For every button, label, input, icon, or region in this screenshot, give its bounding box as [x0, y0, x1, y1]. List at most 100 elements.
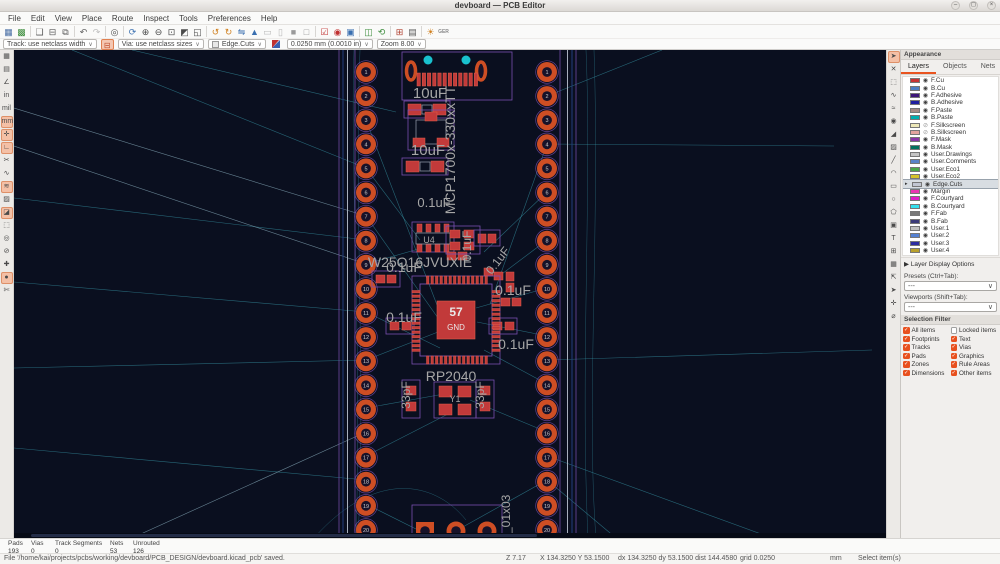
ratsnest-hidden-button[interactable]: ✂	[1, 155, 13, 167]
update-footprints-button[interactable]: ⟲	[375, 26, 388, 38]
route-diff-pairs-button[interactable]: ≈	[888, 103, 900, 115]
undo-button[interactable]: ↶	[77, 26, 90, 38]
eye-hidden-icon[interactable]: ⊘	[922, 129, 929, 136]
layer-color-swatch[interactable]	[910, 218, 920, 224]
eye-visible-icon[interactable]: ◉	[922, 92, 929, 99]
lock-button[interactable]: ■	[287, 26, 300, 38]
place-via-button[interactable]: ◉	[888, 116, 900, 128]
eye-visible-icon[interactable]: ◉	[922, 195, 929, 202]
layer-row-user.comments[interactable]: ◉ User.Comments	[903, 158, 998, 165]
layer-color-swatch[interactable]	[910, 107, 920, 113]
add-textbox-button[interactable]: ⊞	[888, 246, 900, 258]
checkbox[interactable]: ✓	[903, 335, 910, 343]
layer-color-swatch[interactable]	[910, 144, 920, 150]
redo-button[interactable]: ↷	[90, 26, 103, 38]
eye-visible-icon[interactable]: ◉	[922, 136, 929, 143]
through-hole-pad[interactable]: 19	[354, 494, 378, 518]
filter-zones[interactable]: ✓ Zones	[903, 361, 951, 368]
layer-color-swatch[interactable]	[910, 85, 920, 91]
filter-other-items[interactable]: ✓ Other items	[950, 369, 999, 377]
through-hole-pad[interactable]: 16	[354, 421, 378, 446]
layer-color-swatch[interactable]	[912, 181, 922, 187]
tracks-sketch-button[interactable]: ✚	[1, 259, 13, 271]
route-tracks-button[interactable]: ∿	[888, 90, 900, 102]
through-hole-pad[interactable]: 9	[535, 253, 559, 277]
unlock-button[interactable]: □	[300, 26, 313, 38]
layer-row-user.4[interactable]: ◉ User.4	[903, 247, 998, 254]
grid-visibility-button[interactable]: ▦	[1, 51, 13, 63]
layer-row-b.adhesive[interactable]: ◉ B.Adhesive	[903, 99, 998, 106]
eye-visible-icon[interactable]: ◉	[922, 114, 929, 121]
refresh-button[interactable]: ⟳	[126, 26, 139, 38]
layer-pair-toggle[interactable]	[270, 39, 283, 50]
through-hole-pad[interactable]: 12	[535, 325, 559, 349]
zone-fill-clear-button[interactable]: ▨	[1, 194, 13, 206]
local-ratsnest-button[interactable]: ✕	[888, 64, 900, 76]
grid-overrides-button[interactable]: ▤	[1, 64, 13, 76]
polar-coordinates-button[interactable]: ∠	[1, 77, 13, 89]
add-text-button[interactable]: T	[888, 233, 900, 245]
plot-gerber-button[interactable]: ☀	[424, 26, 437, 38]
layer-display-options[interactable]: ▶ Layer Display Options	[901, 257, 1000, 270]
eye-visible-icon[interactable]: ◉	[922, 144, 929, 151]
through-hole-pad[interactable]: 16	[535, 421, 559, 446]
menu-help[interactable]: Help	[256, 12, 282, 25]
page-settings-button[interactable]: ❑	[33, 26, 46, 38]
add-table-button[interactable]: ▦	[888, 259, 900, 271]
free-angle-mode-button[interactable]: ∟	[0, 142, 13, 154]
checkbox[interactable]	[950, 327, 957, 334]
tab-nets[interactable]: Nets	[974, 60, 1000, 74]
eye-visible-icon[interactable]: ◉	[922, 203, 929, 210]
through-hole-pad[interactable]: 18	[535, 470, 559, 494]
highlight-net-button[interactable]: ⬚	[888, 77, 900, 89]
layer-color-swatch[interactable]	[910, 100, 920, 106]
through-hole-pad[interactable]: 2	[535, 84, 559, 108]
rotate-cw-button[interactable]: ↻	[222, 26, 235, 38]
through-hole-pad[interactable]: 8	[354, 229, 378, 253]
layer-row-user.eco2[interactable]: ◉ User.Eco2	[903, 173, 998, 180]
checkbox[interactable]: ✓	[950, 369, 957, 377]
filter-dimensions[interactable]: ✓ Dimensions	[903, 370, 951, 377]
print-button[interactable]: ⊟	[46, 26, 59, 38]
draw-rectangle-button[interactable]: ▭	[888, 181, 900, 193]
filter-vias[interactable]: ✓ Vias	[950, 344, 999, 351]
auto-track-width-toggle[interactable]: ⊟	[100, 38, 114, 50]
draw-arc-button[interactable]: ◠	[888, 168, 900, 180]
properties-panel-button[interactable]: ✄	[1, 285, 13, 297]
menu-preferences[interactable]: Preferences	[203, 12, 256, 25]
plot-button[interactable]: ⧉	[59, 26, 72, 38]
layer-color-swatch[interactable]	[910, 189, 920, 195]
through-hole-pad[interactable]: 15	[354, 397, 378, 422]
menu-edit[interactable]: Edit	[26, 12, 50, 25]
grid-origin-button[interactable]: ✛	[888, 298, 900, 310]
filter-tracks[interactable]: ✓ Tracks	[903, 344, 951, 351]
eye-visible-icon[interactable]: ◉	[922, 247, 929, 254]
drc-button[interactable]: ☑	[318, 26, 331, 38]
through-hole-pad[interactable]: 10	[354, 277, 378, 301]
layer-row-b.mask[interactable]: ◉ B.Mask	[903, 144, 998, 151]
checkbox[interactable]: ✓	[950, 335, 957, 343]
pcb-view[interactable]: 1234567891011121314151617181920123456789…	[14, 50, 886, 538]
layer-row-f.fab[interactable]: ◉ F.Fab	[903, 210, 998, 217]
eye-visible-icon[interactable]: ◉	[922, 225, 929, 232]
layer-row-f.adhesive[interactable]: ◉ F.Adhesive	[903, 92, 998, 99]
through-hole-pad[interactable]: 14	[354, 373, 378, 397]
filter-all-items[interactable]: ✓ All items	[903, 327, 951, 334]
layer-row-user.1[interactable]: ◉ User.1	[903, 225, 998, 232]
layer-row-user.3[interactable]: ◉ User.3	[903, 240, 998, 247]
layer-row-b.paste[interactable]: ◉ B.Paste	[903, 114, 998, 121]
filter-graphics[interactable]: ✓ Graphics	[950, 353, 999, 360]
add-dimension-button[interactable]: ⇱	[888, 272, 900, 284]
maximize-button[interactable]: ◻	[969, 1, 978, 10]
filter-text[interactable]: ✓ Text	[950, 335, 999, 343]
through-hole-pad[interactable]: 11	[354, 301, 378, 325]
draw-polygon-button[interactable]: ⬠	[888, 207, 900, 219]
presets-select[interactable]: --- ∨	[904, 281, 997, 291]
eye-visible-icon[interactable]: ◉	[922, 240, 929, 247]
layer-row-user.2[interactable]: ◉ User.2	[903, 232, 998, 239]
gerber-viewer-button[interactable]: GER	[437, 26, 450, 38]
zoom-dropdown[interactable]: Zoom 8.00 ∨	[376, 39, 426, 49]
footprint-editor-button[interactable]: ◫	[362, 26, 375, 38]
layer-color-swatch[interactable]	[910, 129, 920, 135]
through-hole-pad[interactable]: 14	[535, 373, 559, 397]
